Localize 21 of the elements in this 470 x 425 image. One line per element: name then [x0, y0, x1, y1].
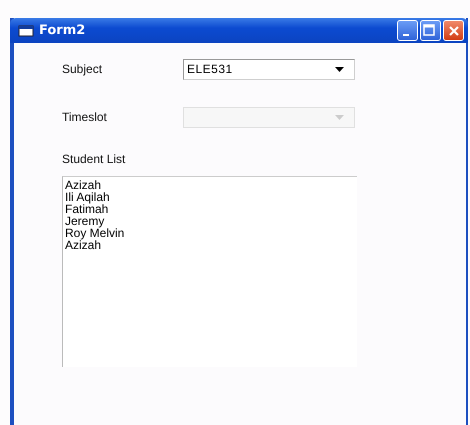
list-item[interactable]: Azizah	[65, 179, 357, 191]
list-item[interactable]: Jeremy	[65, 215, 357, 227]
window-title: Form2	[39, 23, 86, 38]
list-item[interactable]: Roy Melvin	[65, 227, 357, 239]
caret-icon	[335, 66, 344, 72]
list-item[interactable]: Ili Aqilah	[65, 191, 357, 203]
close-icon	[448, 24, 460, 36]
student-listbox[interactable]: Azizah Ili Aqilah Fatimah Jeremy Roy Melvin Azizah	[62, 176, 357, 367]
list-label: Student List	[62, 152, 126, 166]
minimize-button[interactable]	[397, 20, 418, 41]
list-item[interactable]: Fatimah	[65, 203, 357, 215]
field-label: Timeslot	[62, 110, 108, 124]
field-label: Subject	[62, 62, 104, 76]
maximize-icon	[422, 24, 434, 36]
dropdown-field[interactable]: ELE531	[183, 58, 355, 80]
maximize-button[interactable]	[420, 20, 441, 41]
caret-icon	[335, 114, 344, 120]
minimize-icon	[402, 34, 408, 36]
window-icon	[18, 24, 34, 36]
list-item[interactable]: Azizah	[65, 239, 357, 251]
close-button[interactable]	[443, 20, 464, 41]
